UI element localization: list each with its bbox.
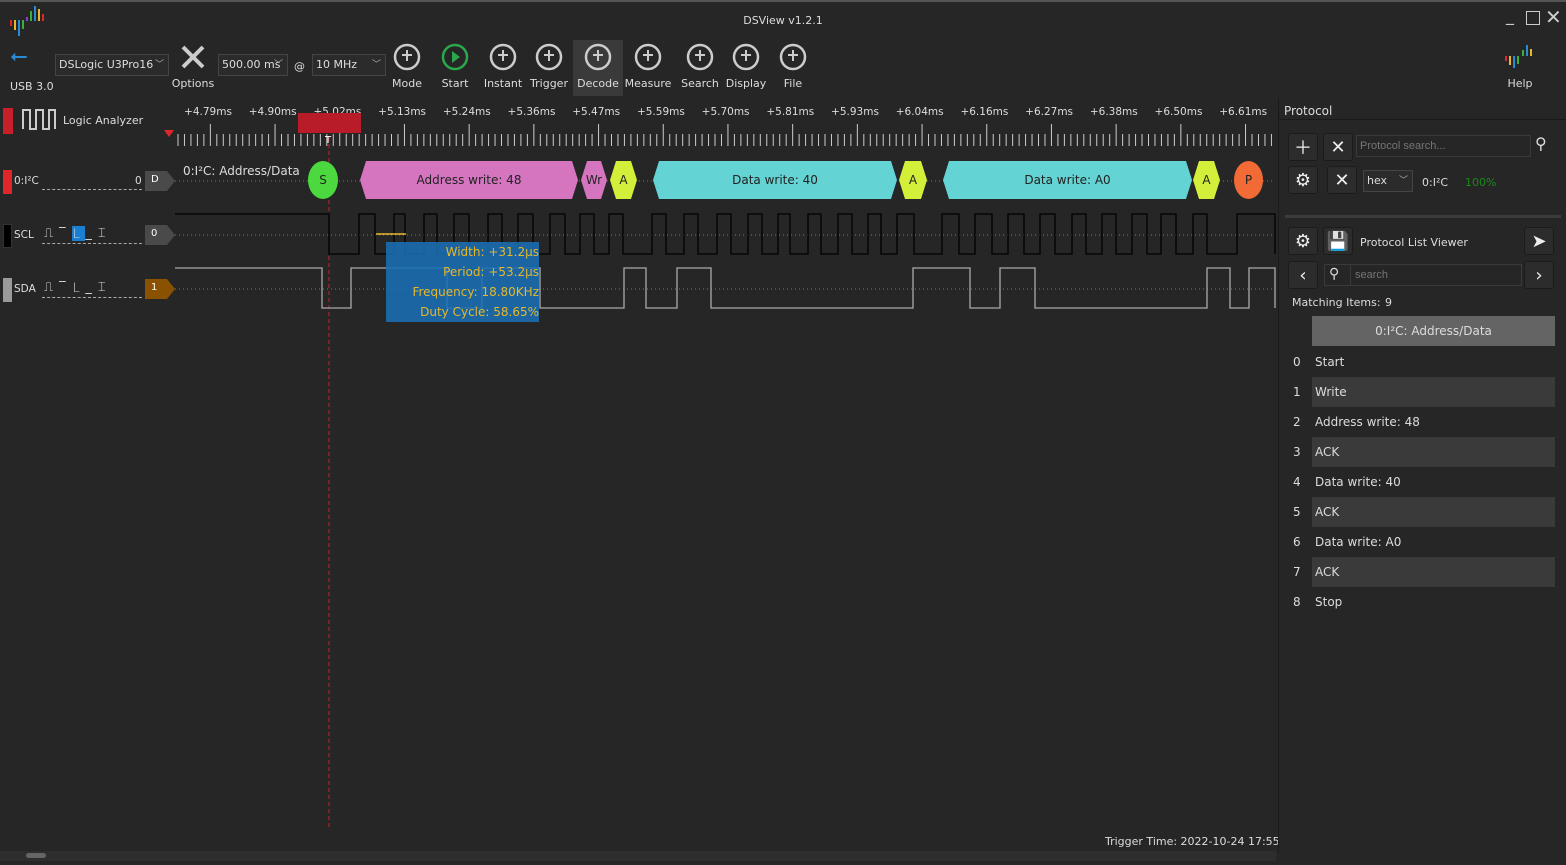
measurement-popup: Width: +31.2μs Period: +53.2μs Frequency… xyxy=(386,242,539,322)
waveform-area[interactable]: T xyxy=(0,0,1276,830)
matching-label: Matching Items: xyxy=(1292,296,1381,309)
remove-decoder-button[interactable]: ✕ xyxy=(1327,166,1357,194)
splitter[interactable] xyxy=(1285,215,1561,218)
list-search-box[interactable]: ⚲ xyxy=(1324,264,1522,286)
list-viewer-title: Protocol List Viewer xyxy=(1360,236,1468,249)
trigger-time: Trigger Time: 2022-10-24 17:55:39 xyxy=(1105,835,1298,848)
minimize-button[interactable]: _ xyxy=(1506,6,1514,25)
maximize-button[interactable] xyxy=(1526,11,1540,25)
trigger-marker-bg xyxy=(298,113,361,133)
help-button[interactable]: Help xyxy=(1495,40,1545,96)
measure-duty: Duty Cycle: 58.65% xyxy=(420,305,539,319)
list-item[interactable]: 5 ACK xyxy=(1279,497,1555,527)
protocol-search-input[interactable] xyxy=(1356,135,1531,157)
sda-waveform xyxy=(175,267,1276,309)
format-select[interactable]: hex ﹀ xyxy=(1363,170,1413,192)
prev-button[interactable]: ‹ xyxy=(1288,261,1318,289)
list-settings-button[interactable]: ⚙ xyxy=(1288,227,1318,255)
decode-segment[interactable]: Address write: 48 xyxy=(360,161,578,199)
decode-segment[interactable]: Data write: 40 xyxy=(653,161,897,199)
scrollbar-thumb[interactable] xyxy=(26,853,46,858)
horizontal-scrollbar[interactable] xyxy=(0,851,1276,861)
decode-segment[interactable]: Data write: A0 xyxy=(943,161,1192,199)
decoder-settings-button[interactable]: ⚙ xyxy=(1288,166,1318,194)
decode-segment[interactable]: P xyxy=(1234,161,1263,199)
list-item[interactable]: 7 ACK xyxy=(1279,557,1555,587)
trigger-arrow-icon xyxy=(164,130,174,137)
save-button[interactable]: 💾 xyxy=(1323,227,1353,255)
matching-count: 9 xyxy=(1385,296,1392,309)
add-decoder-button[interactable]: ＋ xyxy=(1288,133,1318,161)
close-button[interactable]: ✕ xyxy=(1545,5,1562,29)
list-item[interactable]: 6 Data write: A0 xyxy=(1279,527,1555,557)
decoder-progress: 100% xyxy=(1465,176,1497,189)
next-button[interactable]: › xyxy=(1524,261,1554,289)
remove-all-button[interactable]: ✕ xyxy=(1323,133,1353,161)
decoder-name: 0:I²C xyxy=(1422,176,1449,189)
list-search-input[interactable] xyxy=(1350,265,1520,285)
decoder-title: 0:I²C: Address/Data xyxy=(183,164,300,178)
list-item[interactable]: 8 Stop xyxy=(1279,587,1555,617)
help-logo-icon xyxy=(1505,45,1532,68)
measure-width: Width: +31.2μs xyxy=(445,245,539,259)
list-column-header[interactable]: 0:I²C: Address/Data xyxy=(1312,316,1555,346)
list-item[interactable]: 4 Data write: 40 xyxy=(1279,467,1555,497)
list-item[interactable]: 1 Write xyxy=(1279,377,1555,407)
list-item[interactable]: 2 Address write: 48 xyxy=(1279,407,1555,437)
search-icon: ⚲ xyxy=(1329,266,1340,282)
panel-title: Protocol xyxy=(1284,104,1333,118)
decode-segment[interactable]: S xyxy=(308,161,338,199)
goto-button[interactable]: ➤ xyxy=(1524,227,1554,255)
list-item[interactable]: 3 ACK xyxy=(1279,437,1555,467)
measure-frequency: Frequency: 18.80KHz xyxy=(412,285,539,299)
protocol-panel: Protocol ＋ ✕ ⚲ ⚙ ✕ hex﹀ 0:I²C 100% ⚙ 💾 P… xyxy=(1278,98,1566,853)
scl-waveform xyxy=(175,213,1276,255)
decode-segment[interactable]: A xyxy=(899,161,927,199)
search-icon[interactable]: ⚲ xyxy=(1535,134,1547,153)
measure-period: Period: +53.2μs xyxy=(443,265,539,279)
trigger-marker: T xyxy=(324,135,332,146)
list-item[interactable]: 0 Start xyxy=(1279,347,1555,377)
